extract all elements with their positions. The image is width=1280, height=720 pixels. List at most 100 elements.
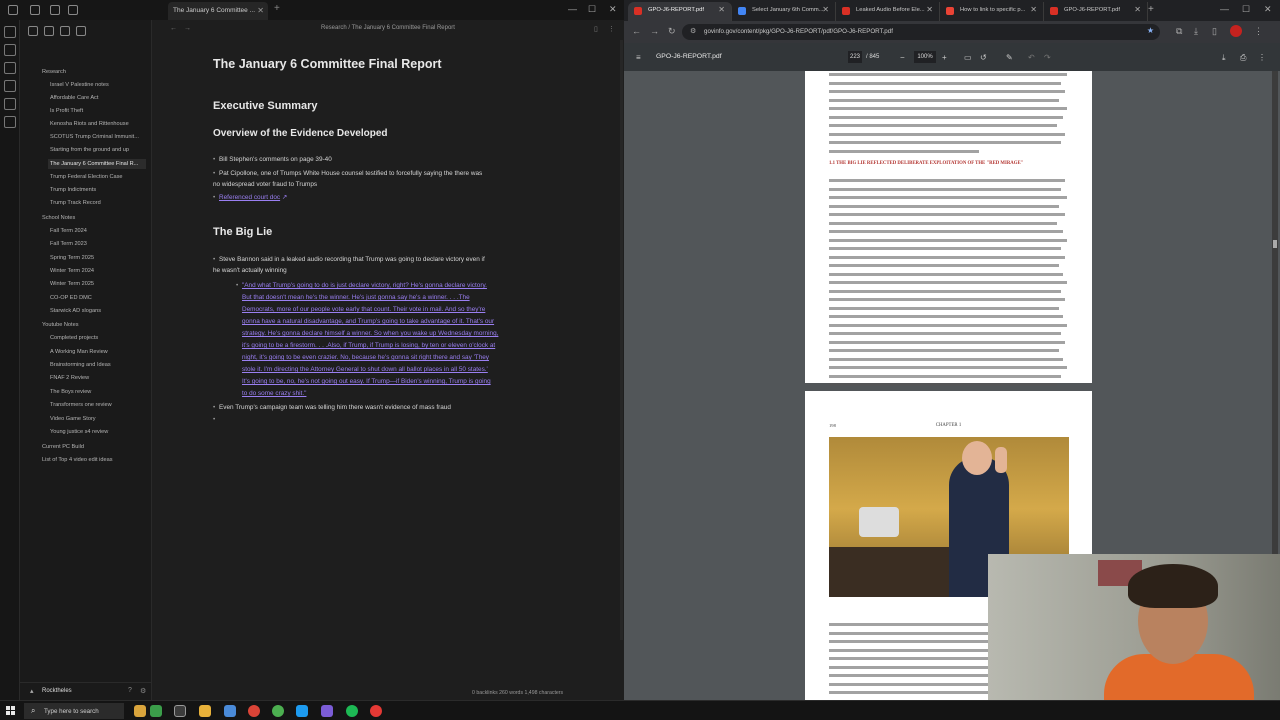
minimize-icon[interactable]: — [1220, 4, 1229, 14]
close-icon[interactable]: ✕ [822, 5, 829, 14]
site-info-icon[interactable]: ⚙ [690, 27, 696, 35]
sidebar-item[interactable]: Affordable Care Act [48, 93, 146, 103]
forward-icon[interactable]: → [650, 26, 659, 36]
editor[interactable]: ← → Research / The January 6 Committee F… [152, 20, 624, 700]
book-icon[interactable]: ▯ [594, 25, 598, 33]
redo-icon[interactable]: ↷ [1044, 53, 1051, 62]
settings-icon[interactable]: ⚙ [140, 687, 146, 695]
hamburger-icon[interactable]: ≡ [636, 53, 641, 62]
maximize-icon[interactable]: ☐ [588, 4, 596, 15]
bullet-item[interactable]: Even Trump's campaign team was telling h… [213, 402, 451, 413]
sidebar-item[interactable]: Starwick AD slogans [48, 306, 146, 316]
sidebar-item[interactable]: Winter Term 2025 [48, 279, 146, 289]
sidebar-item[interactable]: SCOTUS Trump Criminal Immunit... [48, 132, 146, 142]
bullet-item[interactable]: Pat Cipollone, one of Trumps White House… [213, 168, 482, 190]
new-tab-icon[interactable]: + [274, 3, 280, 14]
terminal-icon[interactable] [4, 116, 16, 128]
folder-icon[interactable] [68, 5, 78, 15]
obsidian-icon[interactable] [321, 705, 333, 717]
chrome-tab[interactable]: Leaked Audio Before Ele... ✕ [836, 2, 940, 21]
extensions-icon[interactable]: ⧉ [1176, 26, 1182, 37]
close-icon[interactable]: ✕ [257, 6, 264, 15]
graph-icon[interactable] [4, 44, 16, 56]
sidebar-item[interactable]: CO-OP ED DMC [48, 293, 146, 303]
bookmark-star-icon[interactable]: ★ [1147, 26, 1154, 35]
sidebar-folder[interactable]: Youtube Notes [40, 320, 144, 330]
sidebar-item[interactable]: Brainstorming and Ideas [48, 360, 146, 370]
sidebar-item[interactable]: Trump Track Record [48, 198, 146, 208]
sidebar-toggle-icon[interactable] [8, 5, 18, 15]
sidepanel-icon[interactable]: ▯ [1212, 26, 1217, 37]
zoom-out-icon[interactable]: − [900, 53, 905, 62]
taskbar-search-input[interactable]: ⌕ Type here to search [24, 703, 124, 719]
sidebar-item[interactable]: Transformers one review [48, 400, 146, 410]
sidebar-item[interactable]: Trump Federal Election Case [48, 172, 146, 182]
pdf-scroll-thumb[interactable] [1273, 240, 1277, 248]
tab-note[interactable]: The January 6 Committee ... ✕ [168, 2, 268, 20]
close-icon[interactable]: ✕ [718, 5, 725, 14]
fit-page-icon[interactable]: ▭ [964, 53, 972, 62]
chrome-tab[interactable]: Select January 6th Comm... ✕ [732, 2, 836, 21]
annotate-icon[interactable]: ✎ [1006, 53, 1013, 62]
bullet-item[interactable]: Steve Bannon said in a leaked audio reco… [213, 254, 485, 276]
sidebar-folder[interactable]: Research [40, 67, 144, 77]
template-icon[interactable] [4, 98, 16, 110]
close-icon[interactable]: ✕ [1030, 5, 1037, 14]
sidebar-item[interactable]: List of Top 4 video edit ideas [40, 455, 144, 465]
maximize-icon[interactable]: ☐ [1242, 4, 1250, 15]
back-icon[interactable]: ← [632, 26, 641, 36]
obs-recording-icon[interactable] [370, 705, 382, 717]
heading-overview[interactable]: Overview of the Evidence Developed [213, 128, 388, 139]
sidebar-item[interactable]: Is Profit Theft [48, 106, 146, 116]
sidebar-item[interactable]: The Boys review [48, 387, 146, 397]
zoom-input[interactable]: 100% [914, 51, 936, 63]
rotate-icon[interactable]: ↺ [980, 53, 987, 62]
chrome-tab[interactable]: GPO-J6-REPORT.pdf ✕ [1044, 2, 1148, 21]
bannon-quote-link[interactable]: "And what Trump's going to do is just de… [236, 280, 562, 400]
sidebar-item[interactable]: The January 6 Committee Final R... [48, 159, 146, 169]
sidebar-item[interactable]: Winter Term 2024 [48, 266, 146, 276]
collapse-icon[interactable] [76, 26, 86, 36]
close-window-icon[interactable]: ✕ [609, 4, 617, 15]
close-window-icon[interactable]: ✕ [1264, 4, 1272, 15]
sidebar-item[interactable]: Completed projects [48, 333, 146, 343]
close-icon[interactable]: ✕ [1134, 5, 1141, 14]
sidebar-item[interactable]: Kenosha Riots and Rittenhouse [48, 119, 146, 129]
sidebar-item[interactable]: Israel V Palestine notes [48, 80, 146, 90]
download-pdf-icon[interactable]: ⤓ [1222, 53, 1226, 63]
file-explorer-icon[interactable] [199, 705, 211, 717]
note-title[interactable]: The January 6 Committee Final Report [213, 57, 442, 71]
url-input[interactable]: ⚙ govinfo.gov/content/pkg/GPO-J6-REPORT/… [682, 24, 1160, 40]
vault-switcher[interactable]: ▴ Rocktheles ? ⚙ [20, 682, 152, 700]
bullet-item[interactable]: Referenced court doc ↗ [213, 192, 287, 203]
spotify-icon[interactable] [346, 705, 358, 717]
bullet-item[interactable]: Bill Stephen's comments on page 39-40 [213, 154, 332, 165]
taskbar-app-icon[interactable] [150, 705, 162, 717]
close-icon[interactable]: ✕ [926, 5, 933, 14]
zoom-in-icon[interactable]: + [942, 53, 947, 62]
print-icon[interactable]: ⎙ [1240, 53, 1246, 63]
new-note-icon[interactable] [28, 26, 38, 36]
sidebar-item[interactable]: FNAF 2 Review [48, 373, 146, 383]
reload-icon[interactable]: ↻ [668, 26, 676, 37]
more-options-icon[interactable]: ⋮ [608, 25, 615, 33]
settings-app-icon[interactable] [224, 705, 236, 717]
sidebar-item[interactable]: Video Game Story [48, 414, 146, 424]
minimize-icon[interactable]: — [568, 4, 577, 14]
sidebar-item[interactable]: Current PC Build [40, 442, 144, 452]
profile-avatar[interactable] [1230, 25, 1242, 37]
help-icon[interactable]: ? [128, 687, 132, 694]
new-tab-icon[interactable]: + [1148, 4, 1154, 15]
sidebar-item[interactable]: Fall Term 2023 [48, 239, 146, 249]
download-icon[interactable]: ⤓ [1194, 26, 1198, 37]
heading-executive-summary[interactable]: Executive Summary [213, 100, 318, 112]
files-icon[interactable] [4, 26, 16, 38]
sidebar-item[interactable]: A Working Man Review [48, 347, 146, 357]
sidebar-item[interactable]: Spring Term 2025 [48, 253, 146, 263]
app-icon[interactable] [296, 705, 308, 717]
new-folder-icon[interactable] [44, 26, 54, 36]
chrome-icon[interactable] [248, 705, 260, 717]
page-number-input[interactable]: 223 [848, 51, 862, 63]
editor-scrollbar[interactable] [620, 40, 623, 640]
sort-icon[interactable] [60, 26, 70, 36]
